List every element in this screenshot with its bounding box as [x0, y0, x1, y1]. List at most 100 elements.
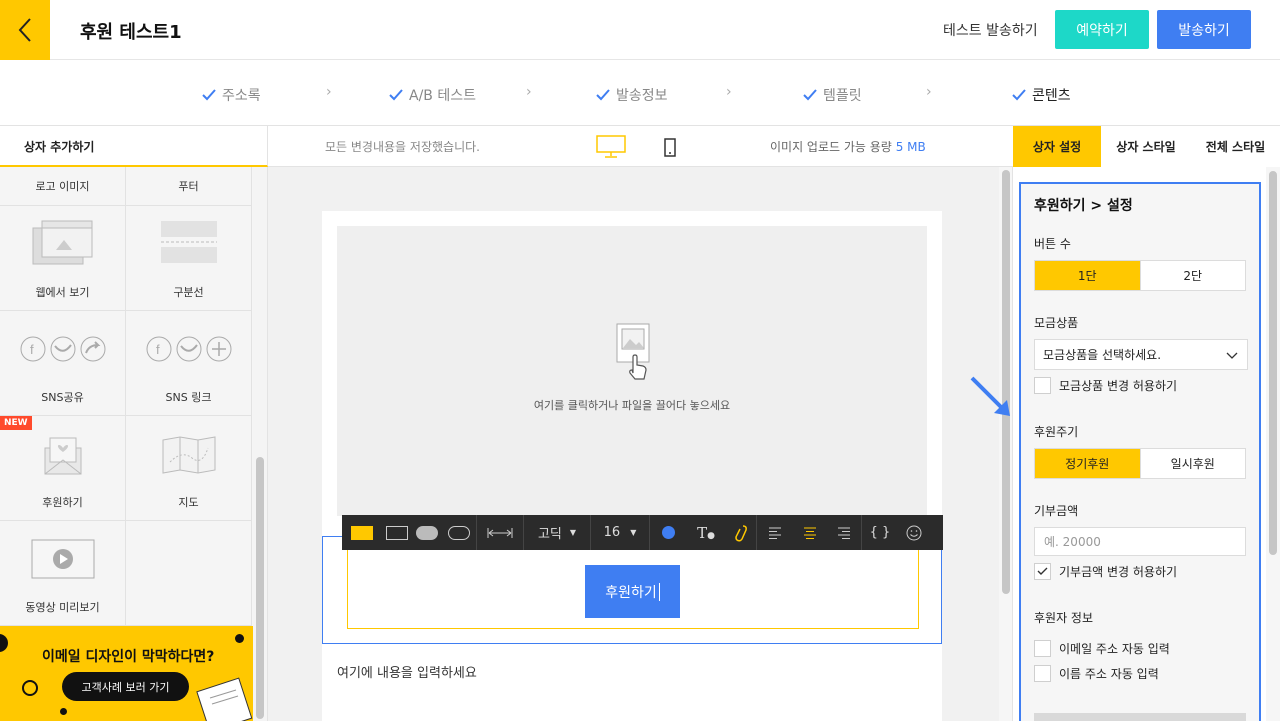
divider-icon: [160, 221, 217, 263]
tile-footer[interactable]: 푸터: [126, 167, 252, 206]
donate-button-label: 후원하기: [605, 584, 657, 601]
step-label: 주소록: [222, 88, 261, 104]
step-template[interactable]: 템플릿: [803, 85, 862, 105]
donation-settings: 후원하기 > 설정 버튼 수 1단 2단 모금상품 모금상품을 선택하세요. 모…: [1019, 182, 1261, 721]
video-play-icon: [31, 539, 94, 579]
button-count-label: 버튼 수: [1034, 237, 1071, 251]
donor-email-row[interactable]: 이메일 주소 자동 입력: [1034, 640, 1170, 657]
tile-sns-share[interactable]: f SNS공유: [0, 311, 126, 416]
tile-map[interactable]: 지도: [126, 416, 252, 521]
merge-tag-button[interactable]: { }: [862, 515, 898, 550]
cycle-toggle: 정기후원 일시후원: [1034, 448, 1246, 479]
product-allow-checkbox[interactable]: [1034, 377, 1051, 394]
option-regular[interactable]: 정기후원: [1035, 449, 1140, 478]
link-button[interactable]: [726, 515, 756, 550]
donor-name-checkbox[interactable]: [1034, 665, 1051, 682]
text-cursor: [658, 582, 660, 601]
donor-email-checkbox[interactable]: [1034, 640, 1051, 657]
image-upload-icon: [616, 323, 650, 380]
editor-toolbar: 모든 변경내용을 저장했습니다. 이미지 업로드 가능 용량 5 MB: [268, 126, 1013, 167]
amount-allow-row[interactable]: 기부금액 변경 허용하기: [1034, 563, 1177, 580]
step-label: 콘텐츠: [1032, 88, 1071, 104]
body-text-placeholder[interactable]: 여기에 내용을 입력하세요: [337, 662, 477, 681]
square-shape-icon: [386, 525, 408, 540]
caret-down-icon: ▼: [569, 528, 577, 537]
settings-panel: 후원하기 > 설정 버튼 수 1단 2단 모금상품 모금상품을 선택하세요. 모…: [1013, 167, 1266, 721]
donor-email-label: 이메일 주소 자동 입력: [1059, 642, 1170, 656]
chevron-right-icon: ›: [926, 84, 932, 100]
save-status: 모든 변경내용을 저장했습니다.: [325, 140, 480, 154]
font-select[interactable]: 고딕 ▼: [524, 515, 590, 550]
tile-divider[interactable]: 구분선: [126, 206, 252, 311]
step-nav: 주소록 › A/B 테스트 › 발송정보 › 템플릿 › 콘텐츠: [0, 60, 1280, 126]
decor-dot: [60, 708, 67, 715]
tile-label: 동영상 미리보기: [25, 601, 100, 614]
send-button[interactable]: 발송하기: [1157, 10, 1251, 49]
banner-cta-button[interactable]: 고객사례 보러 가기: [62, 672, 189, 701]
option-1-column[interactable]: 1단: [1035, 261, 1140, 290]
align-center-button[interactable]: [793, 515, 827, 550]
scroll-thumb[interactable]: [256, 457, 264, 719]
step-ab-test[interactable]: A/B 테스트: [389, 85, 476, 105]
align-left-button[interactable]: [757, 515, 793, 550]
scroll-thumb[interactable]: [1269, 171, 1277, 555]
test-send-link[interactable]: 테스트 발송하기: [943, 20, 1038, 40]
promo-banner[interactable]: 이메일 디자인이 막막하다면? 고객사례 보러 가기: [0, 626, 253, 721]
mobile-view-icon[interactable]: [664, 138, 676, 157]
braces-icon: { }: [869, 525, 891, 540]
product-allow-row[interactable]: 모금상품 변경 허용하기: [1034, 377, 1177, 394]
color-dot-icon: [661, 526, 675, 539]
tile-label: 지도: [178, 496, 199, 509]
emoji-button[interactable]: [898, 515, 930, 550]
amount-allow-checkbox[interactable]: [1034, 563, 1051, 580]
shape-rounded-button[interactable]: [412, 515, 442, 550]
left-scrollbar[interactable]: [253, 167, 268, 721]
settings-scrollbar[interactable]: [1266, 167, 1280, 721]
step-label: 템플릿: [823, 88, 862, 104]
drop-hint: 여기를 클릭하거나 파일을 끌어다 놓으세요: [533, 399, 731, 412]
format-toolbar: 고딕 ▼ 16 ▼ T● { }: [342, 515, 943, 550]
tile-logo-image[interactable]: 로고 이미지: [0, 167, 126, 206]
image-drop-zone[interactable]: 여기를 클릭하거나 파일을 끌어다 놓으세요: [337, 226, 927, 516]
tile-web-view[interactable]: 웹에서 보기: [0, 206, 126, 311]
donate-button[interactable]: 후원하기: [585, 565, 680, 618]
fill-button[interactable]: [342, 515, 382, 550]
align-right-button[interactable]: [827, 515, 861, 550]
donor-name-label: 이름 주소 자동 입력: [1059, 667, 1159, 681]
product-select[interactable]: 모금상품을 선택하세요.: [1034, 339, 1248, 370]
check-icon: [596, 89, 610, 101]
emoji-icon: [906, 525, 922, 540]
tile-video-preview[interactable]: 동영상 미리보기: [0, 521, 126, 626]
tile-donation[interactable]: NEW 후원하기: [0, 416, 126, 521]
donor-name-row[interactable]: 이름 주소 자동 입력: [1034, 665, 1159, 682]
font-size-select[interactable]: 16 ▼: [591, 515, 649, 550]
document-illustration-icon: [196, 677, 253, 721]
reserve-button[interactable]: 예약하기: [1055, 10, 1149, 49]
amount-input[interactable]: 예. 20000: [1034, 527, 1246, 556]
canvas-scrollbar[interactable]: [999, 167, 1013, 721]
font-value: 고딕: [537, 527, 562, 542]
step-label: 발송정보: [616, 88, 668, 104]
tile-label: SNS 링크: [165, 391, 212, 404]
option-one-time[interactable]: 일시후원: [1139, 449, 1246, 478]
text-color-button[interactable]: [650, 515, 686, 550]
step-addressbook[interactable]: 주소록: [202, 85, 261, 105]
tile-sns-link[interactable]: f SNS 링크: [126, 311, 252, 416]
shape-pill-button[interactable]: [442, 515, 476, 550]
chevron-left-icon: [18, 18, 31, 42]
tile-label: 구분선: [173, 286, 204, 299]
step-send-info[interactable]: 발송정보: [596, 85, 668, 105]
step-contents[interactable]: 콘텐츠: [1012, 85, 1071, 105]
shape-square-button[interactable]: [382, 515, 412, 550]
fill-swatch-icon: [351, 525, 373, 540]
width-button[interactable]: [477, 515, 523, 550]
tab-box-style[interactable]: 상자 스타일: [1101, 126, 1191, 167]
desktop-view-icon[interactable]: [596, 135, 626, 159]
web-view-icon: [32, 220, 92, 265]
tab-box-settings[interactable]: 상자 설정: [1013, 126, 1101, 167]
text-style-button[interactable]: T●: [686, 515, 726, 550]
option-2-column[interactable]: 2단: [1139, 261, 1246, 290]
button-count-toggle: 1단 2단: [1034, 260, 1246, 291]
tab-global-style[interactable]: 전체 스타일: [1191, 126, 1280, 167]
back-button[interactable]: [0, 0, 50, 60]
